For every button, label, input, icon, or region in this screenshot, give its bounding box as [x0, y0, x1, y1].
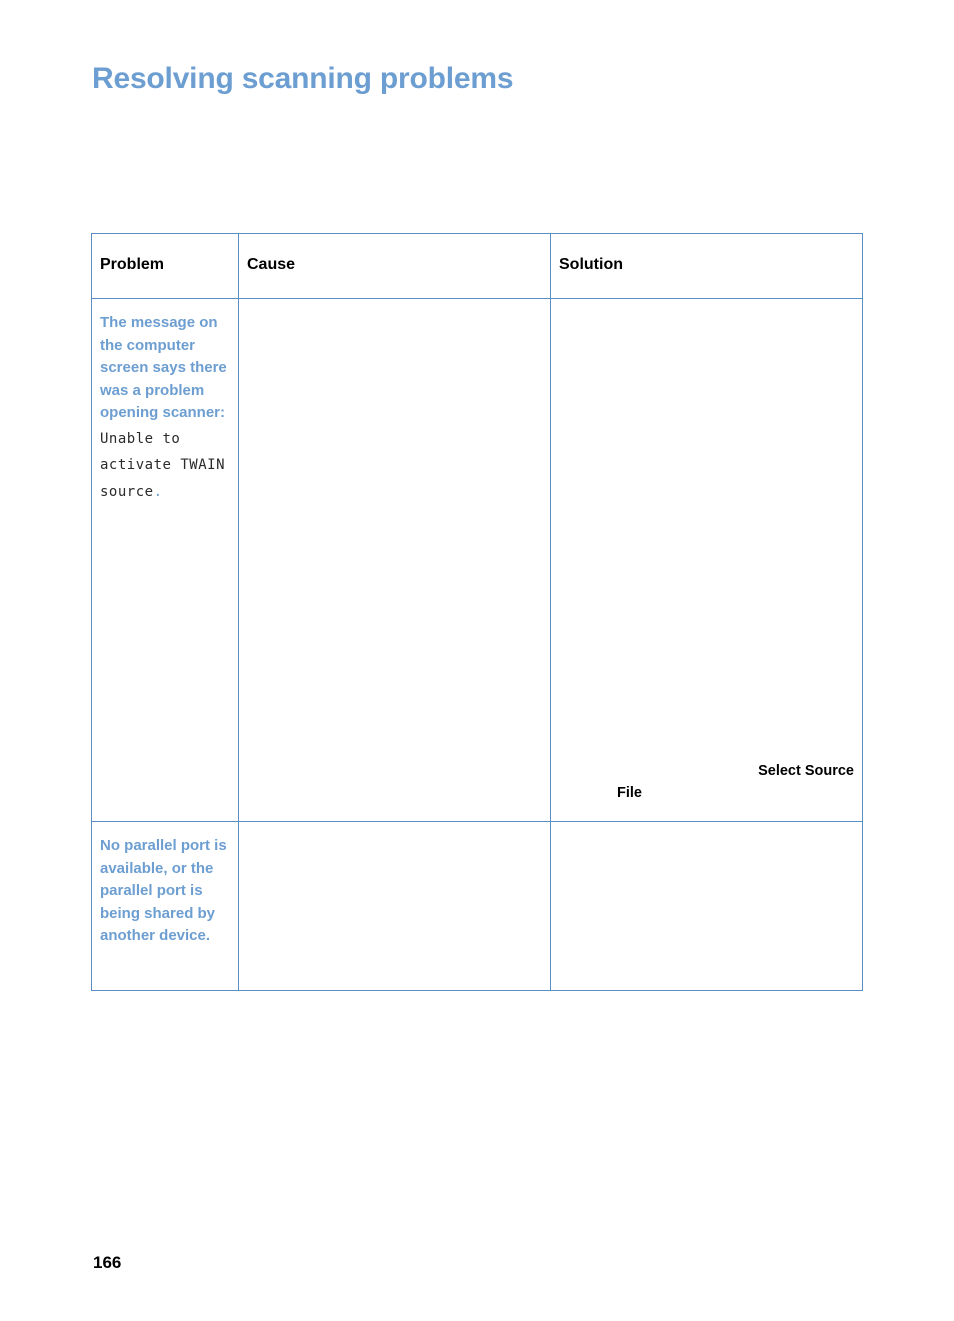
page-title: Resolving scanning problems: [92, 62, 514, 95]
solution-cell: [550, 821, 863, 991]
problem-error-message-period: .: [153, 483, 163, 500]
column-header-problem: Problem: [91, 233, 239, 299]
table-row: No parallel port is available, or the pa…: [91, 821, 863, 991]
problem-heading: The message on the computer screen says …: [100, 314, 227, 422]
cause-cell-content: [239, 299, 550, 821]
solution-fragment-file: File: [617, 785, 642, 801]
column-header-solution-label: Solution: [559, 256, 623, 273]
table-header-row: Problem Cause Solution: [91, 233, 863, 299]
solution-cell-content: Select Source File: [551, 299, 862, 821]
solution-text-fragments: Select Source File: [551, 761, 862, 804]
cause-cell: [238, 821, 551, 991]
problem-cell: The message on the computer screen says …: [91, 298, 239, 822]
troubleshooting-table: Problem Cause Solution The message on th…: [91, 233, 863, 991]
solution-cell: Select Source File: [550, 298, 863, 822]
problem-cell-content: No parallel port is available, or the pa…: [92, 822, 238, 990]
problem-heading: No parallel port is available, or the pa…: [100, 837, 227, 945]
problem-error-message: Unable to activate TWAIN source.: [100, 426, 228, 506]
solution-fragment-select-source: Select Source: [758, 763, 854, 779]
cause-cell-content: [239, 822, 550, 990]
column-header-cause: Cause: [238, 233, 551, 299]
column-header-cause-label: Cause: [247, 256, 296, 273]
page-number: 166: [93, 1253, 122, 1272]
column-header-problem-label: Problem: [100, 256, 165, 273]
solution-cell-content: [551, 822, 862, 990]
cause-cell: [238, 298, 551, 822]
document-page: Resolving scanning problems Problem Caus…: [0, 0, 954, 1321]
column-header-solution: Solution: [550, 233, 863, 299]
table-row: The message on the computer screen says …: [91, 298, 863, 822]
problem-cell-content: The message on the computer screen says …: [92, 299, 238, 821]
problem-cell: No parallel port is available, or the pa…: [91, 821, 239, 991]
